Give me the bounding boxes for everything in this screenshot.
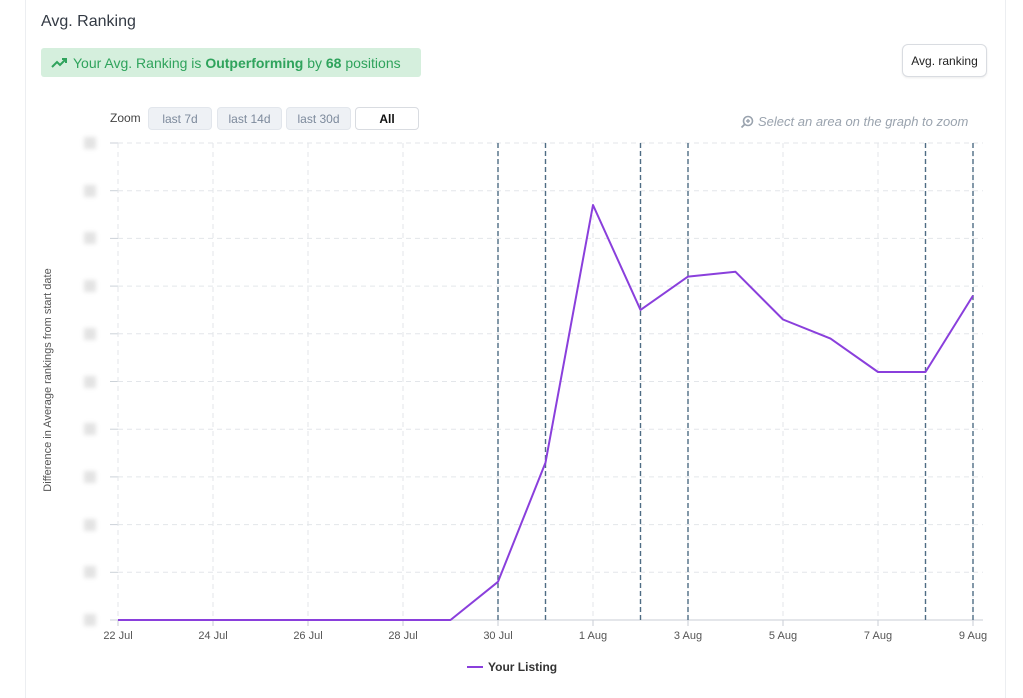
x-tick-label: 24 Jul (198, 630, 227, 642)
x-tick-label: 26 Jul (293, 630, 322, 642)
x-tick-label: 30 Jul (483, 630, 512, 642)
x-tick-label: 28 Jul (388, 630, 417, 642)
x-tick-label: 3 Aug (674, 630, 702, 642)
x-tick-label: 22 Jul (103, 630, 132, 642)
legend-label: Your Listing (488, 660, 558, 674)
legend[interactable]: Your Listing (467, 660, 557, 674)
x-tick-label: 7 Aug (864, 630, 892, 642)
x-tick-label: 1 Aug (579, 630, 607, 642)
legend-swatch (467, 666, 483, 668)
line-chart[interactable]: 22 Jul 24 Jul 26 Jul 28 Jul 30 Jul 1 Aug 3 Aug… (0, 0, 1023, 698)
x-tick-label: 5 Aug (769, 630, 797, 642)
x-tick-label: 9 Aug (959, 630, 987, 642)
